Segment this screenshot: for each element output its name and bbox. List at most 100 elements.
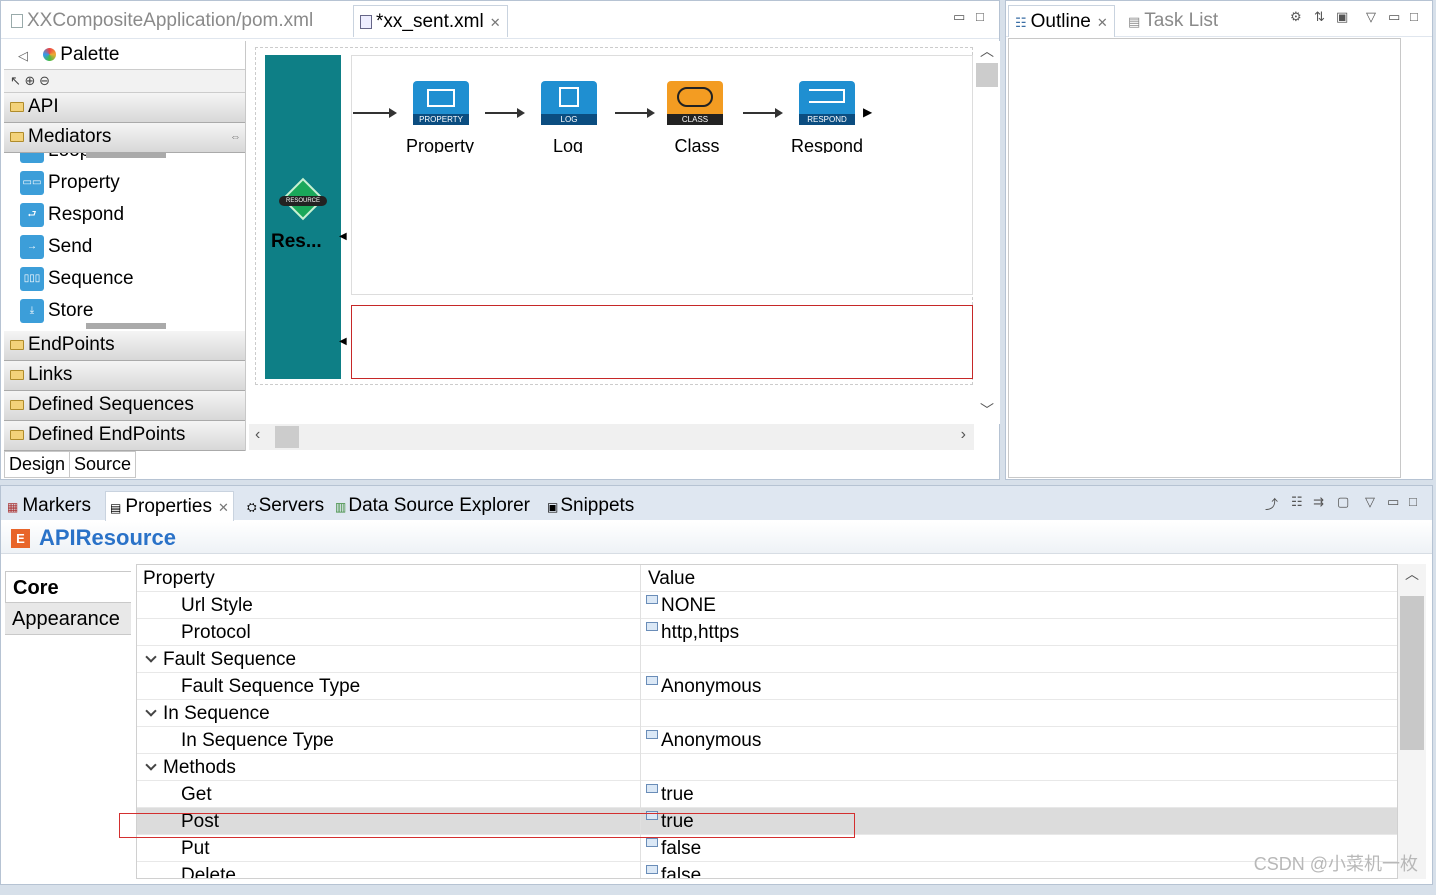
scroll-up-icon[interactable]: ︿ xyxy=(1398,564,1426,584)
table-row[interactable]: Put false xyxy=(137,835,1397,862)
out-sequence-lane[interactable] xyxy=(351,305,973,379)
table-row[interactable]: Fault Sequence xyxy=(137,646,1397,673)
property-value[interactable]: http,https xyxy=(642,619,739,646)
tab-xx-sent-xml[interactable]: *xx_sent.xml ✕ xyxy=(353,5,508,37)
property-value[interactable]: Anonymous xyxy=(642,673,761,700)
log-node-icon[interactable]: LOG xyxy=(541,81,597,125)
post-row-highlight xyxy=(119,813,855,838)
table-row[interactable]: In Sequence xyxy=(137,700,1397,727)
scroll-up-icon[interactable]: ︿ xyxy=(974,41,1000,61)
property-value[interactable]: true xyxy=(642,781,694,808)
tree-icon[interactable]: ☷ xyxy=(1291,494,1303,510)
toolbar-icon[interactable]: ⚙ xyxy=(1290,9,1302,25)
table-row[interactable]: Url Style NONE xyxy=(137,592,1397,619)
palette-item-sequence[interactable]: ▯▯▯ Sequence xyxy=(4,263,245,295)
scroll-down-icon[interactable]: ﹀ xyxy=(974,400,1000,420)
property-value[interactable]: false xyxy=(642,862,702,879)
maximize-icon[interactable]: □ xyxy=(976,9,984,24)
minimize-icon[interactable]: ▭ xyxy=(953,9,965,25)
palette-item-respond[interactable]: ⮐ Respond xyxy=(4,199,245,231)
column-header-property: Property xyxy=(137,565,641,592)
palette-item-send[interactable]: → Send xyxy=(4,231,245,263)
tab-properties[interactable]: ▤ Properties ✕ xyxy=(105,491,234,521)
drawer-defined-sequences[interactable]: Defined Sequences xyxy=(4,391,245,421)
properties-scrollbar[interactable]: ︿ xyxy=(1398,564,1426,879)
chevron-down-icon[interactable] xyxy=(145,705,157,717)
property-key-label: Methods xyxy=(163,757,236,778)
property-key-label: Delete xyxy=(181,865,236,879)
drawer-api[interactable]: API xyxy=(4,93,245,123)
property-value[interactable]: false xyxy=(642,835,701,862)
canvas-horizontal-scrollbar[interactable]: ‹ › xyxy=(249,424,974,450)
property-value-label: false xyxy=(661,865,702,879)
table-row[interactable]: In Sequence Type Anonymous xyxy=(137,727,1397,754)
tab-task-list[interactable]: ▤ Task List xyxy=(1122,5,1224,37)
collapse-palette-icon[interactable]: ◁ xyxy=(18,48,28,63)
table-row[interactable]: Get true xyxy=(137,781,1397,808)
chevron-down-icon[interactable] xyxy=(145,651,157,663)
drawer-endpoints[interactable]: EndPoints xyxy=(4,331,245,361)
zoom-in-icon[interactable]: ⊕ xyxy=(25,73,36,88)
scroll-up-indicator[interactable] xyxy=(86,153,166,158)
tree-icon[interactable]: ⇅ xyxy=(1314,9,1325,25)
canvas-vertical-scrollbar[interactable]: ︿ ﹀ xyxy=(974,41,1000,424)
scroll-thumb[interactable] xyxy=(275,426,299,448)
scroll-right-icon[interactable]: › xyxy=(961,426,966,444)
zoom-out-icon[interactable]: ⊖ xyxy=(39,73,50,88)
property-node-icon[interactable]: PROPERTY xyxy=(413,81,469,125)
view-menu-icon[interactable]: ▽ xyxy=(1366,9,1376,25)
scroll-thumb[interactable] xyxy=(1400,596,1424,750)
link-icon[interactable]: ⇉ xyxy=(1313,494,1324,510)
tab-servers[interactable]: ⛭ Servers xyxy=(247,491,324,521)
class-node-icon[interactable]: CLASS xyxy=(667,81,723,125)
table-row[interactable]: Protocol http,https xyxy=(137,619,1397,646)
node-label-log: Log xyxy=(552,136,584,153)
maximize-icon[interactable]: □ xyxy=(1410,9,1418,24)
palette-item-property[interactable]: ▭▭ Property xyxy=(4,167,245,199)
close-tab-icon[interactable]: ✕ xyxy=(218,500,229,515)
tab-markers[interactable]: ▦ Markers xyxy=(7,491,91,521)
filter-icon[interactable]: ▢ xyxy=(1337,494,1349,510)
table-row[interactable]: Delete false xyxy=(137,862,1397,879)
respond-icon: ⮐ xyxy=(20,202,44,227)
tab-outline[interactable]: ☷ Outline ✕ xyxy=(1008,5,1115,37)
minimize-icon[interactable]: ▭ xyxy=(1387,494,1399,510)
resource-icon[interactable]: RESOURCE xyxy=(279,177,327,225)
table-header: Property Value xyxy=(137,565,1397,592)
node-badge: RESPOND xyxy=(799,114,855,125)
drawer-defined-endpoints[interactable]: Defined EndPoints xyxy=(4,421,245,451)
table-row[interactable]: Fault Sequence Type Anonymous xyxy=(137,673,1397,700)
chevron-down-icon[interactable] xyxy=(145,759,157,771)
pin-icon[interactable]: ⤴ xyxy=(1265,494,1278,513)
scroll-thumb[interactable] xyxy=(976,63,998,87)
property-key: Put xyxy=(137,835,641,862)
scroll-down-indicator[interactable] xyxy=(86,323,166,329)
scroll-left-icon[interactable]: ‹ xyxy=(255,426,260,444)
maximize-icon[interactable]: □ xyxy=(1409,494,1417,509)
property-value[interactable]: NONE xyxy=(642,592,716,619)
close-tab-icon[interactable]: ✕ xyxy=(490,15,501,30)
node-label-property: Property xyxy=(405,136,475,153)
tab-data-source-explorer[interactable]: ▥ Data Source Explorer xyxy=(335,491,530,521)
tab-source[interactable]: Source xyxy=(69,451,137,478)
select-tool-icon[interactable]: ↖ xyxy=(10,73,21,88)
tab-pom-xml[interactable]: XXCompositeApplication/pom.xml xyxy=(5,5,319,37)
tab-core[interactable]: Core xyxy=(5,571,131,603)
property-value[interactable]: Anonymous xyxy=(642,727,761,754)
property-value-label: false xyxy=(661,838,702,859)
outline-view[interactable] xyxy=(1008,38,1401,478)
close-tab-icon[interactable]: ✕ xyxy=(1097,15,1108,30)
drawer-mediators[interactable]: Mediators ⇔ xyxy=(4,123,245,153)
diagram-canvas[interactable]: RESOURCE Res... ◀ ◀ PROPERTY Property LO… xyxy=(249,41,974,424)
overview-icon[interactable]: ▣ xyxy=(1336,9,1348,25)
minimize-icon[interactable]: ▭ xyxy=(1388,9,1400,25)
respond-node-icon[interactable]: RESPOND xyxy=(799,81,855,125)
tab-appearance[interactable]: Appearance xyxy=(5,603,131,635)
tab-snippets[interactable]: ▣ Snippets xyxy=(547,491,634,521)
drawer-links[interactable]: Links xyxy=(4,361,245,391)
tab-design[interactable]: Design xyxy=(4,451,71,478)
view-menu-icon[interactable]: ▽ xyxy=(1365,494,1375,510)
property-key-label: Fault Sequence xyxy=(163,649,297,670)
table-row[interactable]: Methods xyxy=(137,754,1397,781)
pin-icon[interactable]: ⇔ xyxy=(230,123,241,151)
